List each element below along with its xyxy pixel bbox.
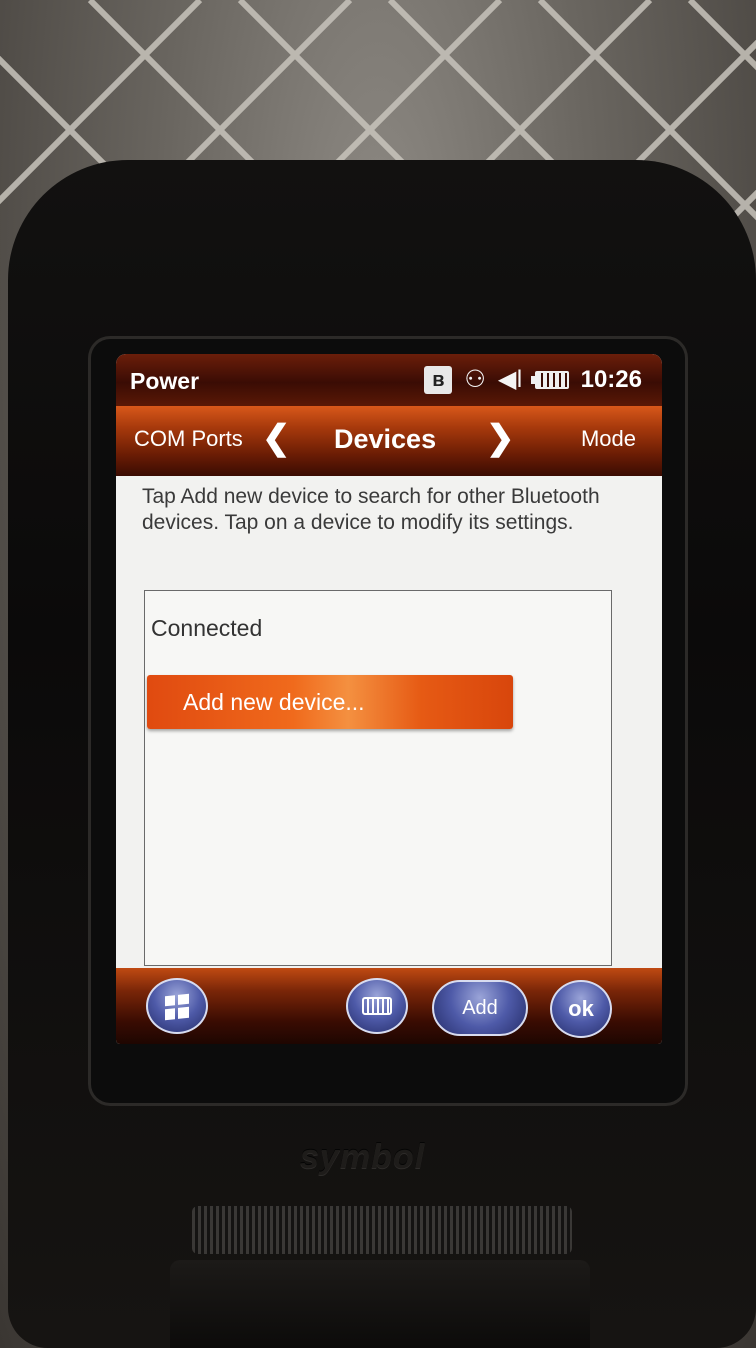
tab-com-ports[interactable]: COM Ports xyxy=(134,426,243,452)
chevron-right-icon[interactable]: ❯ xyxy=(486,418,515,458)
device-connector xyxy=(170,1260,590,1348)
status-icons: ʙ ⚇ ◀ǀ 10:26 xyxy=(424,366,642,394)
photo-background: Power ʙ ⚇ ◀ǀ 10:26 COM Ports ❮ Devices ❯… xyxy=(0,0,756,1348)
softkey-bar: Add ok xyxy=(116,968,662,1044)
battery-icon[interactable] xyxy=(530,371,569,389)
brand-logo: symbol xyxy=(300,1138,426,1176)
add-new-device-item[interactable]: Add new device... xyxy=(147,675,513,729)
clock[interactable]: 10:26 xyxy=(581,366,642,394)
keyboard-icon xyxy=(362,997,392,1015)
chevron-left-icon[interactable]: ❮ xyxy=(262,418,291,458)
tab-mode[interactable]: Mode xyxy=(581,426,636,452)
status-bar: Power ʙ ⚇ ◀ǀ 10:26 xyxy=(116,354,662,406)
tab-navigation: COM Ports ❮ Devices ❯ Mode xyxy=(116,406,662,476)
instructions-text: Tap Add new device to search for other B… xyxy=(142,485,600,534)
add-button[interactable]: Add xyxy=(432,980,528,1036)
app-title: Power xyxy=(130,368,200,394)
device-list[interactable]: Connected Add new device... xyxy=(144,590,612,966)
start-button[interactable] xyxy=(146,978,208,1034)
tab-devices[interactable]: Devices xyxy=(334,424,436,455)
windows-logo-icon xyxy=(165,993,189,1021)
connected-section-label: Connected xyxy=(151,615,263,641)
device-screen: Power ʙ ⚇ ◀ǀ 10:26 COM Ports ❮ Devices ❯… xyxy=(116,354,662,1044)
ok-button[interactable]: ok xyxy=(550,980,612,1038)
volume-icon[interactable]: ◀ǀ xyxy=(498,366,523,394)
keyboard-button[interactable] xyxy=(346,978,408,1034)
bluetooth-icon[interactable]: ʙ xyxy=(424,366,453,394)
speaker-grille xyxy=(192,1206,572,1254)
connectivity-icon[interactable]: ⚇ xyxy=(464,366,486,394)
